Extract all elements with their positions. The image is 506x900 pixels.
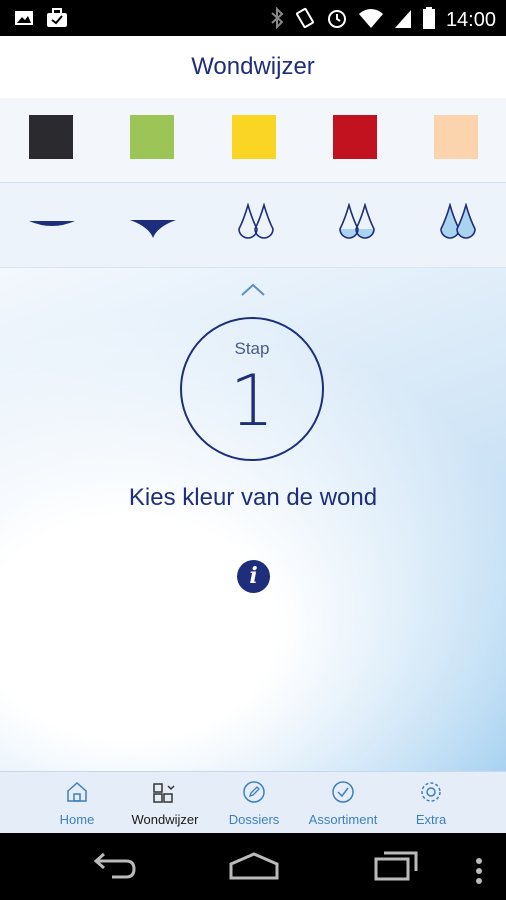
menu-icon[interactable] [474,857,484,892]
battery-icon [422,6,436,35]
color-selector [0,98,506,183]
page-title: Wondwijzer [191,53,315,80]
exudate-low-option[interactable] [226,202,286,253]
bluetooth-icon [270,6,284,34]
image-icon [14,8,34,33]
tab-home[interactable]: Home [27,772,127,834]
step-number: 1 [229,360,275,442]
step-panel: Stap 1 Kies kleur van de wond i [0,268,506,771]
color-swatch-green[interactable] [130,115,174,159]
info-icon[interactable]: i [237,560,270,593]
tab-label: Dossiers [228,812,280,827]
home-icon [67,781,87,802]
tab-extra[interactable]: Extra [381,772,481,834]
deep-wound-option[interactable] [123,203,183,253]
tab-dossiers[interactable]: Dossiers [204,772,304,834]
home-nav-icon[interactable] [226,849,282,888]
exudate-moderate-option[interactable] [327,202,387,253]
color-swatch-red[interactable] [333,115,377,159]
pencil-icon [243,781,265,803]
clock: 14:00 [445,9,496,31]
tab-assortiment[interactable]: Assortiment [293,772,393,834]
chevron-up-icon[interactable] [240,282,266,303]
check-icon [332,781,354,803]
two-drops-half-icon [339,202,375,239]
step-indicator: Stap 1 [180,317,324,461]
color-swatch-black[interactable] [29,115,73,159]
two-drops-empty-icon [238,202,274,239]
tab-label: Home [59,812,95,827]
color-swatch-pink[interactable] [434,115,478,159]
status-bar: 14:00 [0,0,506,36]
shallow-wound-option[interactable] [22,203,82,253]
alarm-icon [326,7,348,34]
shallow-wound-icon [29,221,75,226]
tab-label: Assortiment [308,812,378,827]
briefcase-icon [46,8,68,33]
exudate-high-option[interactable] [428,202,488,253]
app-bar: Wondwijzer [0,36,506,99]
system-nav-bar [0,833,506,900]
color-swatch-yellow[interactable] [232,115,276,159]
two-drops-full-icon [440,202,476,239]
tab-label: Wondwijzer [131,812,199,827]
back-icon[interactable] [88,849,138,888]
step-instruction: Kies kleur van de wond [128,484,378,511]
wondwijzer-icon [153,783,175,803]
signal-icon [394,7,412,34]
bottom-tab-bar: Home Wondwijzer Dossiers Assortiment Ext… [0,771,506,834]
wifi-icon [358,7,384,34]
gear-icon [421,782,441,802]
exudate-selector [0,183,506,268]
deep-wound-icon [130,220,176,238]
recents-icon[interactable] [372,849,420,888]
step-label: Stap [234,339,270,358]
vibrate-icon [294,7,316,34]
tab-label: Extra [415,812,447,827]
tab-wondwijzer[interactable]: Wondwijzer [115,772,215,834]
